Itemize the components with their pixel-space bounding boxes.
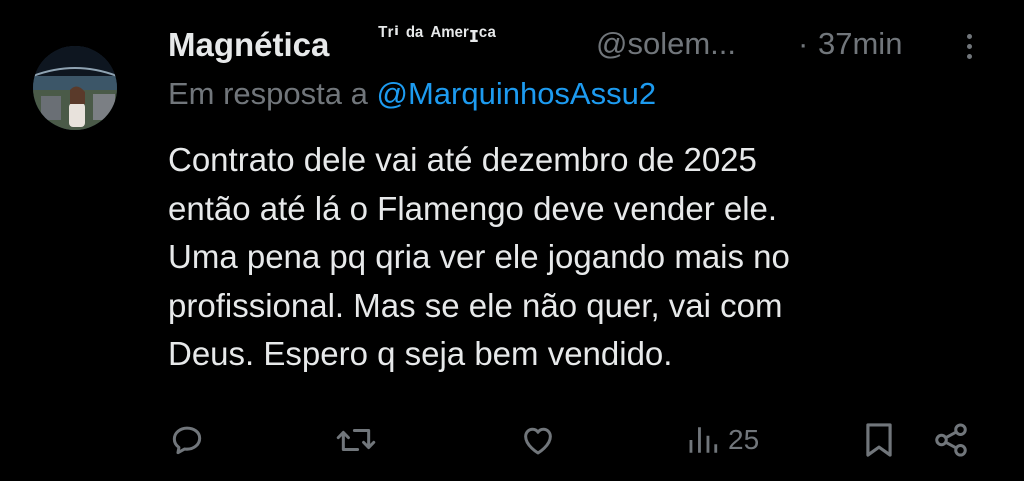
views-icon [689,427,718,453]
tweet-text: Contrato dele vai até dezembro de 2025 e… [168,136,988,379]
author-handle[interactable]: @solem... [596,26,736,62]
retweet-button[interactable] [335,420,377,460]
avatar[interactable] [33,46,117,130]
reply-mention-link[interactable]: @MarquinhosAssu2 [376,76,656,111]
author-name-suffix: ᵀʳⁱ ᵈᵃ ᴬᵐᵉʳɪᶜᵃ [378,22,497,47]
tweet-header: Magnética ᵀʳⁱ ᵈᵃ ᴬᵐᵉʳɪᶜᵃ @solem... · 37m… [168,20,988,70]
reply-icon [172,426,202,455]
retweet-icon [336,428,376,452]
more-options-button[interactable] [957,26,981,66]
tweet-text-line: então até lá o Flamengo deve vender ele. [168,189,778,227]
heart-icon [524,427,552,455]
tweet-text-line: profissional. Mas se ele não quer, vai c… [168,286,783,324]
author-name[interactable]: Magnética [168,26,329,64]
reply-context: Em resposta a @MarquinhosAssu2 [168,76,656,112]
tweet-text-line: Contrato dele vai até dezembro de 2025 [168,141,757,178]
avatar-image [33,46,117,130]
reply-prefix: Em resposta a [168,76,377,111]
bookmark-icon [866,423,892,457]
like-button[interactable] [519,420,557,460]
timestamp[interactable]: 37min [818,26,902,62]
more-vertical-icon [966,33,972,39]
reply-button[interactable] [168,420,206,460]
share-icon [935,423,967,457]
share-button[interactable] [932,420,970,460]
views-button[interactable]: 25 [686,420,759,460]
tweet-text-line: Deus. Espero q seja bem vendido. [168,335,673,372]
bookmark-button[interactable] [862,420,896,460]
separator-dot: · [798,26,809,61]
tweet-text-line: Uma pena pq qria ver ele jogando mais no [168,238,790,275]
views-count: 25 [728,424,760,455]
